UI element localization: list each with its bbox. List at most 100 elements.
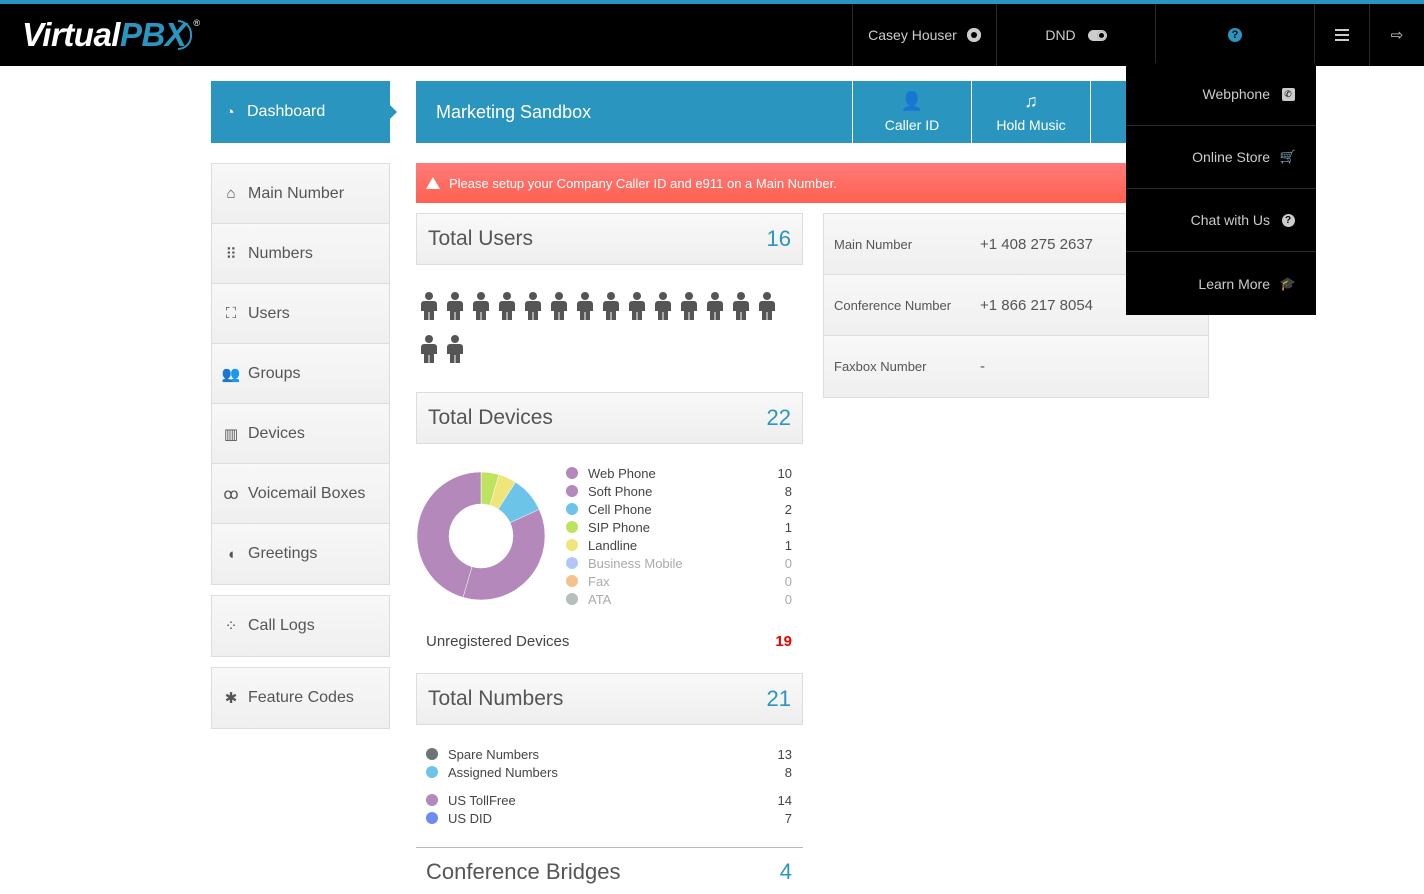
menu-item-webphone[interactable]: Webphone ✆ [1126,63,1316,126]
sidebar-item-label: Voicemail Boxes [248,484,366,502]
legend-item-fax: Fax 0 [566,572,792,590]
user-person-icon [680,292,698,326]
total-devices-title: Total Devices [428,406,553,429]
logo-text-virtual: Virtual [22,16,120,53]
sidebar-group-logs: ⁘ Call Logs [211,595,390,657]
sidebar-item-label: Feature Codes [248,689,354,706]
conference-bridges-row[interactable]: Conference Bridges 4 [426,859,792,885]
question-circle-icon: ? [1228,28,1242,42]
legend-value: 0 [784,555,792,571]
gear-icon [966,28,981,42]
sidebar-item-main-number[interactable]: ⌂ Main Number [212,164,389,224]
legend-dot [566,575,578,587]
sidebar-item-label: Dashboard [247,103,326,120]
total-numbers-panel[interactable]: Total Numbers 21 [416,673,803,725]
legend-dot [566,485,578,497]
legend-item-business-mobile: Business Mobile 0 [566,554,792,572]
total-users-panel[interactable]: Total Users 16 [416,213,803,265]
legend-item-spare-numbers: Spare Numbers 13 [426,745,792,763]
legend-value: 1 [784,537,792,553]
help-button[interactable]: ? [1155,4,1314,66]
legend-value: 14 [777,792,792,808]
dnd-toggle[interactable]: DND [996,4,1155,66]
asterisk-icon: ✱ [224,690,238,707]
sidebar-item-dashboard[interactable]: ◔ Dashboard [211,81,397,143]
menu-button[interactable] [1314,4,1369,66]
hamburger-icon [1335,29,1349,41]
sidebar-item-users[interactable]: ⛶ Users [212,284,389,344]
sidebar-item-greetings[interactable]: ◖ Greetings [212,524,389,584]
legend-label: Assigned Numbers [448,764,558,780]
total-users-title: Total Users [428,227,534,250]
info-value: +1 866 217 8054 [980,296,1094,314]
legend-dot [566,503,578,515]
user-settings-button[interactable]: Casey Houser [852,4,996,66]
legend-value: 10 [777,465,792,481]
legend-item-us-tollfree: US TollFree 14 [426,791,792,809]
total-devices-value: 22 [766,405,791,430]
legend-dot [426,794,438,806]
graduation-cap-icon: 🎓 [1279,275,1297,291]
legend-value: 0 [784,591,792,607]
user-person-icon [654,292,672,326]
virtualpbx-logo[interactable]: Virtual PBX ® [22,16,200,56]
legend-dot [566,557,578,569]
legend-item-landline: Landline 1 [566,536,792,554]
speaking-head-icon: ◖ [226,545,236,563]
user-person-icon [420,292,438,326]
user-person-icon [420,335,438,369]
sidebar-item-devices[interactable]: ▥ Devices [212,404,389,464]
unregistered-devices-row: Unregistered Devices 19 [426,633,792,650]
sidebar-item-call-logs[interactable]: ⁘ Call Logs [212,596,389,656]
unregistered-devices-label: Unregistered Devices [426,633,570,650]
voicemail-icon: ꝏ [223,485,239,503]
help-dropdown-menu: Webphone ✆ Online Store 🛒 Chat with Us ?… [1126,63,1316,315]
sidebar-item-label: Users [248,304,290,322]
phone-square-icon: ✆ [1280,87,1296,101]
legend-dot [566,539,578,551]
hold-music-label: Hold Music [996,117,1066,133]
legend-label: Cell Phone [588,501,652,517]
sidebar-item-groups[interactable]: 👥 Groups [212,344,389,404]
alert-message: Please setup your Company Caller ID and … [449,175,837,191]
logo-swoosh-icon [178,20,193,50]
hold-music-button[interactable]: ♫ Hold Music [971,81,1090,143]
divider [416,847,803,848]
user-person-icon [602,292,620,326]
devices-legend: Web Phone 10 Soft Phone 8 Cell Phone 2 SIP Pho… [566,464,792,608]
legend-value: 2 [784,501,792,517]
legend-label: Landline [588,537,638,553]
menu-item-learn-more[interactable]: Learn More 🎓 [1126,252,1316,315]
user-person-icon [732,292,750,326]
user-person-icon [758,292,776,326]
legend-label: Soft Phone [588,483,653,499]
sidebar-item-label: Numbers [248,244,313,262]
sidebar-item-numbers[interactable]: ⠿ Numbers [212,224,389,284]
legend-value: 7 [784,810,792,826]
total-numbers-title: Total Numbers [428,687,564,710]
dnd-label: DND [1045,27,1076,43]
menu-item-label: Learn More [1198,275,1270,292]
menu-item-online-store[interactable]: Online Store 🛒 [1126,126,1316,189]
sidebar-group-codes: ✱ Feature Codes [211,667,390,729]
donut-slice-soft-phone[interactable] [462,509,546,601]
sidebar-item-voicemail-boxes[interactable]: ꝏ Voicemail Boxes [212,464,389,524]
logout-button[interactable]: ⇨ [1369,4,1424,66]
user-person-icon [628,292,646,326]
group-icon: 👥 [221,365,241,383]
legend-value: 8 [784,483,792,499]
legend-label: ATA [588,591,612,607]
sidebar-item-label: Groups [248,364,301,382]
user-person-icon [446,292,464,326]
sidebar-item-feature-codes[interactable]: ✱ Feature Codes [212,668,389,728]
total-devices-panel[interactable]: Total Devices 22 [416,392,803,444]
setup-alert: Please setup your Company Caller ID and … [416,163,1216,203]
user-person-icon [446,335,464,369]
users-icon-grid [420,292,790,369]
legend-label: Fax [588,573,610,589]
user-person-icon [706,292,724,326]
sidebar: ◔ Dashboard ⌂ Main Number ⠿ Numbers ⛶ Us… [211,81,397,729]
conference-bridges-value: 4 [779,859,792,884]
caller-id-button[interactable]: 👤 Caller ID [852,81,971,143]
menu-item-chat-with-us[interactable]: Chat with Us ? [1126,189,1316,252]
